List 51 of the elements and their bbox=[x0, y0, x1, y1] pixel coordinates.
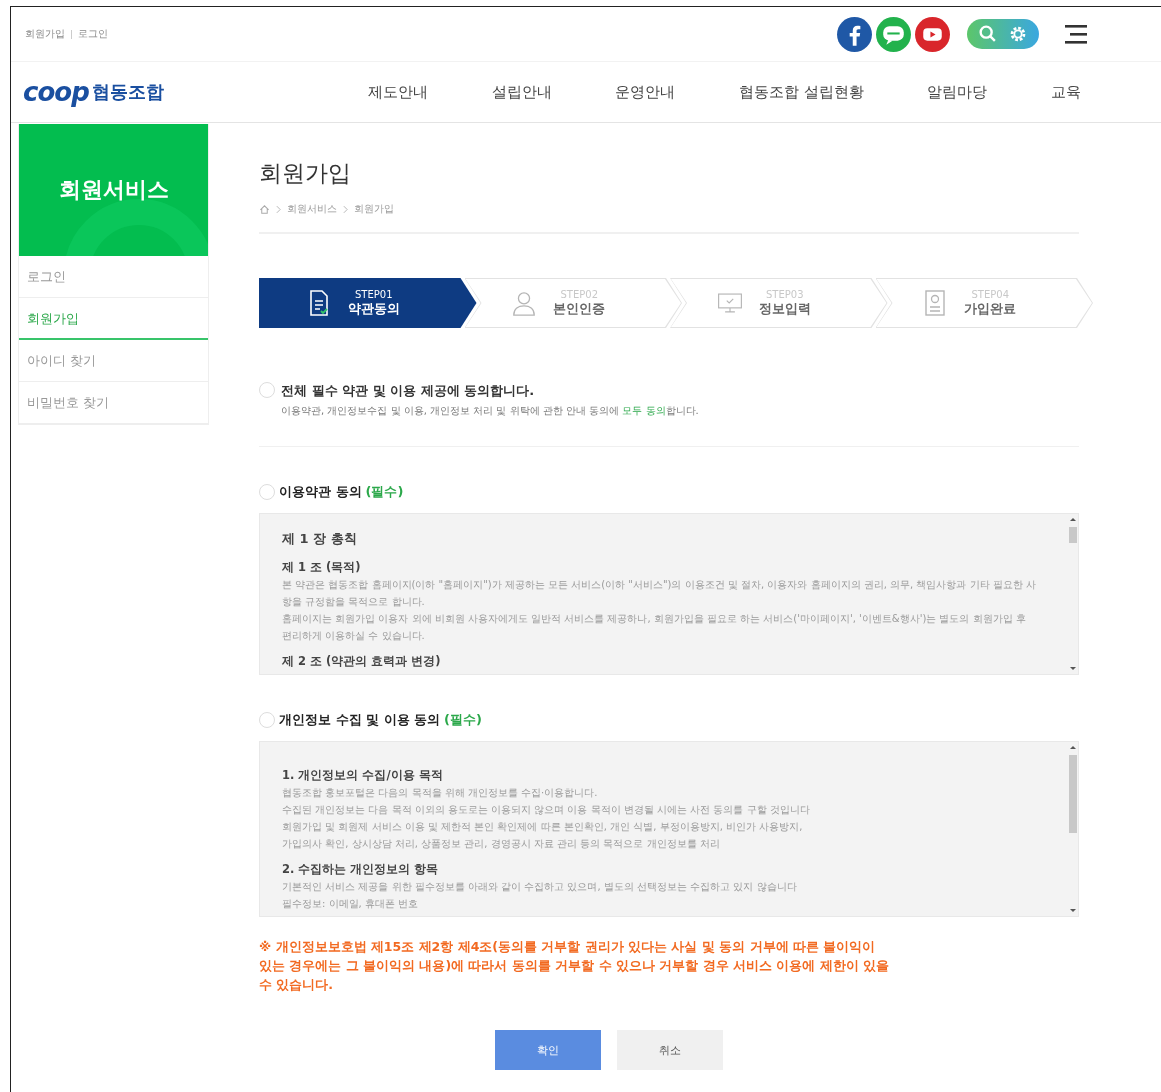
menu-icon[interactable] bbox=[1063, 23, 1089, 45]
terms-heading: 제 1 조 (목적) bbox=[282, 559, 362, 576]
terms-paragraph: 본 약관은 협동조합 홈페이지(이하 "홈페이지")가 제공하는 모든 서비스(이하 "서비스")의 이용조건 및 절차, 이용자와 홈페이지의 권리, 의무, 책임사항과 기타 필요한 사항을 규정함을 목적으로 합니다. bbox=[282, 578, 1037, 609]
section-label: 개인정보 수집 및 이용 동의 bbox=[279, 711, 441, 729]
nav-link[interactable]: 제도안내 bbox=[368, 82, 428, 102]
sidebar-item[interactable]: 비밀번호 찾기 bbox=[19, 382, 208, 424]
agree-all-note: 이용약관, 개인정보수집 및 이용, 개인정보 처리 및 위탁에 관한 안내 동의에 모두 동의합니다. bbox=[281, 404, 699, 418]
sidebar-item[interactable]: 아이디 찾기 bbox=[19, 340, 208, 382]
section-label: 이용약관 동의 bbox=[279, 483, 362, 501]
terms-paragraph: 기본적인 서비스 제공을 위한 필수정보를 아래와 같이 수집하고 있으며, 별도의 선택정보는 수집하고 있지 않습니다 bbox=[282, 880, 798, 894]
terms-paragraph: 필수정보: 이메일, 휴대폰 번호 bbox=[282, 897, 420, 911]
terms-paragraph: 협동조합 홍보포털은 다음의 목적을 위해 개인정보를 수집·이용합니다. bbox=[282, 786, 599, 800]
agree-all-label: 전체 필수 약관 및 이용 제공에 동의합니다. bbox=[281, 382, 536, 400]
step-label: 본인인증 bbox=[553, 299, 606, 318]
nav-link[interactable]: 협동조합 설립현황 bbox=[738, 82, 864, 102]
chevron-icon bbox=[343, 204, 348, 214]
terms-heading: 2. 수집하는 개인정보의 항목 bbox=[282, 861, 440, 878]
terms-paragraph: 회원가입 및 회원제 서비스 이용 및 제한적 본인 확인제에 따른 본인확인, 개인 식별, 부정이용방지, 비인가 사용방지, bbox=[282, 820, 804, 834]
required-tag: (필수) bbox=[444, 711, 482, 729]
nav-link[interactable]: 알림마당 bbox=[927, 82, 988, 102]
terms-heading: 제 2 조 (약관의 효력과 변경) bbox=[282, 653, 442, 670]
nav-link[interactable]: 교육 bbox=[1051, 82, 1081, 102]
facebook-icon[interactable] bbox=[836, 15, 873, 53]
step-label: 약관동의 bbox=[347, 299, 400, 318]
person-icon bbox=[511, 289, 538, 317]
required-tag: (필수) bbox=[365, 483, 404, 501]
video-play-icon[interactable] bbox=[914, 15, 951, 53]
sidebar-title: 회원서비스 bbox=[58, 176, 169, 204]
notice-text: ※ 개인정보보호법 제15조 제2항 제4조(동의를 거부할 권리가 있다는 사실 및 동의 거부에 따른 불이익이 있는 경우에는 그 불이익의 내용)에 따라서 동의를 거부할 수 있으나 거부할 경우 서비스 이용에 제한이 있을 수 있습니다. bbox=[259, 938, 890, 994]
sidebar-item[interactable]: 회원가입 bbox=[19, 298, 208, 340]
step-label: 가입완료 bbox=[964, 299, 1017, 318]
confirm-button[interactable]: 확인 bbox=[495, 1030, 601, 1070]
breadcrumb-link[interactable]: 회원가입 bbox=[354, 202, 394, 216]
home-icon[interactable] bbox=[259, 203, 270, 215]
top-link[interactable]: 로그인 bbox=[78, 27, 108, 41]
breadcrumb-link[interactable]: 회원서비스 bbox=[287, 202, 337, 216]
nav-link[interactable]: 설립안내 bbox=[491, 82, 552, 102]
terms-heading: 제 1 장 총칙 bbox=[282, 530, 358, 548]
cancel-button[interactable]: 취소 bbox=[617, 1030, 723, 1070]
chevron-icon bbox=[276, 204, 281, 214]
terms-paragraph: 홈페이지는 회원가입 이용자 외에 비회원 사용자에게도 일반적 서비스를 제공하나, 회원가입을 필요로 하는 서비스('마이페이지', '이벤트&행사')는 별도의 회원가입 후 편리하게 이용하실 수 있습니다. bbox=[282, 612, 1027, 643]
terms-heading: 1. 개인정보의 수집/이용 목적 bbox=[282, 767, 444, 784]
terms-paragraph: 수집된 개인정보는 다음 목적 이외의 용도로는 이용되지 않으며 이용 목적이 변경될 시에는 사전 동의를 구할 것입니다 bbox=[282, 803, 811, 817]
nav-link[interactable]: 운영안내 bbox=[615, 82, 676, 102]
terms-paragraph: 가입의사 확인, 상시상담 처리, 상품정보 관리, 경영공시 자료 관리 등의 목적으로 개인정보를 처리 bbox=[282, 837, 721, 851]
logo[interactable]: coop 협동조합 bbox=[23, 77, 368, 107]
top-link[interactable]: 회원가입 bbox=[25, 27, 65, 41]
step-number: STEP01 bbox=[355, 288, 393, 300]
page-title: 회원가입 bbox=[259, 159, 352, 188]
step-label: 정보입력 bbox=[758, 299, 811, 318]
sidebar-item[interactable]: 로그인 bbox=[19, 256, 208, 298]
